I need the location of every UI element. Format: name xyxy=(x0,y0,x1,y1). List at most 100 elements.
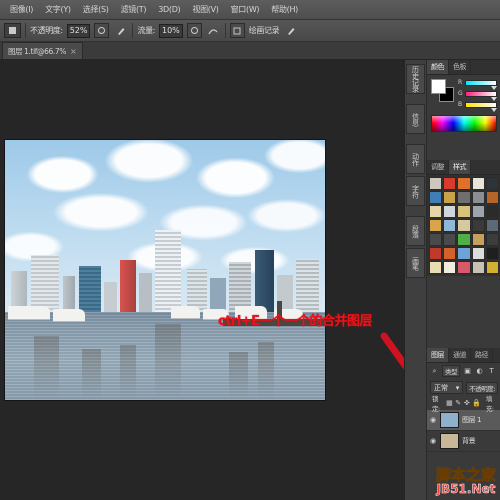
layers-panel-tabs: 图层 通道 路径 xyxy=(427,348,500,363)
style-swatch[interactable] xyxy=(485,261,499,274)
slider-row-b[interactable]: B xyxy=(458,101,497,112)
opacity-input[interactable]: 52% xyxy=(66,23,91,38)
rail-character[interactable]: 字符 xyxy=(406,176,425,206)
style-swatch[interactable] xyxy=(485,191,499,204)
style-swatch[interactable] xyxy=(457,191,471,204)
eye-icon[interactable]: ◉ xyxy=(429,416,437,424)
tab-layers[interactable]: 图层 xyxy=(427,348,449,362)
flow-pressure-icon[interactable] xyxy=(186,23,202,38)
menu-help[interactable]: 帮助(H) xyxy=(265,2,304,17)
filter-icon[interactable]: ⌕ xyxy=(430,367,439,376)
flow-input[interactable]: 10% xyxy=(158,23,183,38)
style-swatch[interactable] xyxy=(443,247,457,260)
tab-adjustments[interactable]: 调整 xyxy=(427,160,449,174)
options-divider xyxy=(25,23,26,38)
style-swatch[interactable] xyxy=(471,177,485,190)
style-swatch[interactable] xyxy=(485,219,499,232)
menu-filter[interactable]: 滤镜(T) xyxy=(115,2,153,17)
style-swatch[interactable] xyxy=(429,233,443,246)
rail-history[interactable]: 历史记录 xyxy=(406,64,425,94)
lock-transparent-icon[interactable]: ▦ xyxy=(446,399,453,408)
close-icon[interactable]: × xyxy=(70,47,77,56)
slider-row-g[interactable]: G xyxy=(458,90,497,101)
rail-brush[interactable]: 画笔 xyxy=(406,248,425,278)
filter-adjust-icon[interactable]: ◐ xyxy=(475,367,484,376)
menu-view[interactable]: 视图(V) xyxy=(186,2,224,17)
color-spectrum-ramp[interactable] xyxy=(431,115,497,132)
brush-icon[interactable] xyxy=(283,23,298,38)
airbrush-icon[interactable] xyxy=(113,23,128,38)
style-swatch[interactable] xyxy=(485,205,499,218)
lock-brush-icon[interactable]: ✎ xyxy=(455,399,462,408)
foreground-background-swatch[interactable] xyxy=(431,79,454,102)
eye-icon[interactable]: ◉ xyxy=(429,437,437,445)
style-swatch[interactable] xyxy=(457,205,471,218)
style-swatch[interactable] xyxy=(457,177,471,190)
style-swatch[interactable] xyxy=(429,247,443,260)
style-swatch[interactable] xyxy=(485,233,499,246)
menu-window[interactable]: 窗口(W) xyxy=(225,2,266,17)
style-swatch[interactable] xyxy=(471,205,485,218)
tab-paths[interactable]: 路径 xyxy=(471,348,493,362)
foreground-color-swatch[interactable] xyxy=(431,79,446,94)
style-swatch[interactable] xyxy=(457,247,471,260)
tab-styles[interactable]: 样式 xyxy=(449,160,471,174)
watermark-line-1: 脚本之家 xyxy=(435,465,497,484)
document-image[interactable] xyxy=(5,140,325,400)
smoothing-icon[interactable] xyxy=(206,23,221,38)
style-swatch[interactable] xyxy=(457,233,471,246)
style-swatch[interactable] xyxy=(485,247,499,260)
layer-row[interactable]: ◉ 图层 1 xyxy=(427,410,500,431)
menu-type[interactable]: 文字(Y) xyxy=(39,2,77,17)
document-tab[interactable]: 图层 1.tif@66.7% × xyxy=(2,42,83,59)
lock-move-icon[interactable]: ✜ xyxy=(463,399,470,408)
style-swatch[interactable] xyxy=(471,219,485,232)
style-swatch[interactable] xyxy=(443,191,457,204)
opacity-label: 不透明度: xyxy=(30,26,63,35)
style-swatch[interactable] xyxy=(429,191,443,204)
style-swatch[interactable] xyxy=(457,261,471,274)
filter-type-icon[interactable]: T xyxy=(487,367,496,376)
slider-track-b[interactable] xyxy=(465,101,497,112)
rail-info[interactable]: 信息 xyxy=(406,104,425,134)
opacity-pressure-icon[interactable] xyxy=(94,23,110,38)
layer-row[interactable]: ◉ 背景 xyxy=(427,431,500,452)
lock-all-icon[interactable]: 🔒 xyxy=(472,399,481,408)
style-swatch[interactable] xyxy=(443,219,457,232)
filter-kind-select[interactable]: 类型 xyxy=(442,365,460,377)
tab-swatches[interactable]: 色板 xyxy=(449,60,471,74)
style-swatch[interactable] xyxy=(429,177,443,190)
canvas-area[interactable] xyxy=(0,60,404,500)
layer-thumbnail[interactable] xyxy=(440,412,459,428)
style-swatch[interactable] xyxy=(471,261,485,274)
style-swatch[interactable] xyxy=(443,261,457,274)
menu-3d[interactable]: 3D(D) xyxy=(152,2,186,17)
style-swatch[interactable] xyxy=(443,205,457,218)
rail-actions[interactable]: 动作 xyxy=(406,144,425,174)
style-swatch[interactable] xyxy=(429,219,443,232)
style-swatch-grid[interactable] xyxy=(427,175,500,276)
slider-row-r[interactable]: R xyxy=(458,79,497,90)
style-swatch[interactable] xyxy=(443,177,457,190)
tab-channels[interactable]: 通道 xyxy=(449,348,471,362)
style-swatch[interactable] xyxy=(471,191,485,204)
filter-pixel-icon[interactable]: ▣ xyxy=(463,367,472,376)
style-swatch[interactable] xyxy=(471,233,485,246)
slider-track-r[interactable] xyxy=(465,79,497,90)
menu-image[interactable]: 图像(I) xyxy=(4,2,39,17)
slider-track-g[interactable] xyxy=(465,90,497,101)
menu-select[interactable]: 选择(S) xyxy=(77,2,115,17)
options-divider-2 xyxy=(132,23,134,38)
style-swatch[interactable] xyxy=(443,233,457,246)
layer-thumbnail[interactable] xyxy=(440,433,459,449)
tab-color[interactable]: 颜色 xyxy=(427,60,449,74)
history-source-icon[interactable] xyxy=(229,23,245,38)
style-swatch[interactable] xyxy=(471,247,485,260)
style-swatch[interactable] xyxy=(429,261,443,274)
style-swatch[interactable] xyxy=(457,219,471,232)
layer-list[interactable]: ◉ 图层 1 ◉ 背景 xyxy=(427,410,500,452)
brush-preset-icon[interactable] xyxy=(4,23,21,38)
style-swatch[interactable] xyxy=(429,205,443,218)
rail-paragraph[interactable]: 段落 xyxy=(406,216,425,246)
style-swatch[interactable] xyxy=(485,177,499,190)
